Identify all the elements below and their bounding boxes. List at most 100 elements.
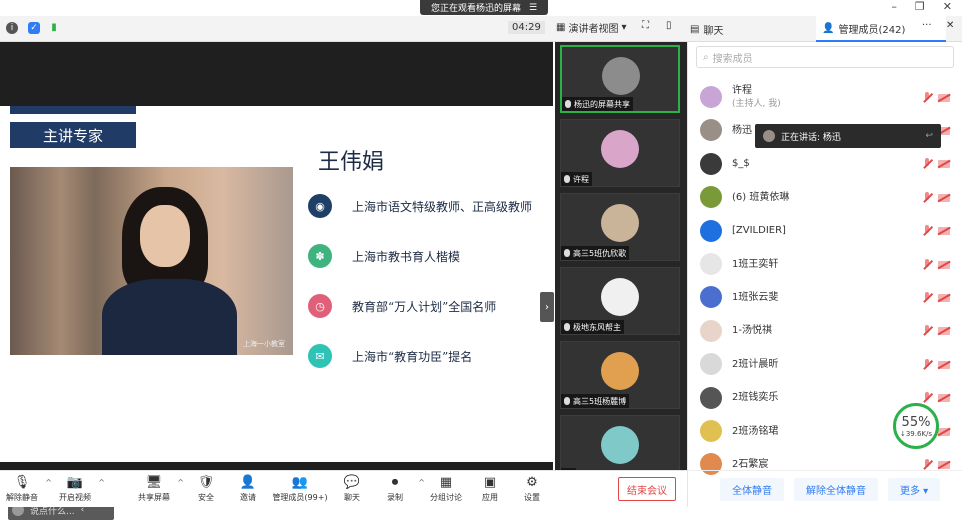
member-row[interactable]: 许程 (主持人, 我) (700, 82, 954, 112)
apps-button[interactable]: ▣ 应用 (470, 475, 510, 503)
camera-off-icon[interactable] (938, 293, 950, 302)
security-shield-icon[interactable]: ✓ (28, 22, 40, 34)
close-panel-button[interactable]: ✕ (946, 20, 954, 31)
member-name: $_$ (732, 158, 750, 170)
clock-icon: ◷ (308, 294, 332, 318)
info-icon[interactable]: i (6, 22, 18, 34)
camera-off-icon[interactable] (938, 394, 950, 403)
mic-muted-icon[interactable] (922, 91, 932, 103)
tile-name: 许程 (573, 174, 589, 184)
record-button[interactable]: ⏺ 录制 ^ (375, 475, 425, 503)
camera-off-icon[interactable] (938, 260, 950, 269)
mic-muted-icon[interactable] (922, 458, 932, 470)
restore-button[interactable]: ❐ (915, 0, 925, 16)
avatar (601, 352, 639, 390)
invite-button[interactable]: 👤 邀请 (228, 475, 268, 503)
member-row[interactable]: [ZVILDIER] (700, 216, 954, 246)
minimize-button[interactable]: – (891, 0, 897, 16)
video-tile[interactable]: 许程 (560, 119, 680, 187)
mic-muted-icon[interactable] (922, 225, 932, 236)
camera-off-icon[interactable] (938, 360, 950, 369)
members-icon: 👥 (291, 475, 309, 490)
avatar (700, 219, 722, 242)
video-tile[interactable]: 高三5班杨麓博 (560, 341, 680, 409)
unmute-all-button[interactable]: 解除全体静音 (794, 477, 878, 501)
more-icon[interactable]: ··· (922, 20, 932, 31)
chevron-down-icon: ▾ (621, 22, 627, 33)
view-mode-button[interactable]: ▦ 演讲者视图 ▾ (556, 20, 626, 35)
network-gauge: 55% ↓39.6K/s (893, 403, 939, 449)
slide-bullet-text: 教育部“万人计划”全国名师 (352, 299, 497, 314)
mic-muted-icon[interactable] (922, 191, 932, 203)
member-row[interactable]: (6) 班黄依琳 (700, 182, 954, 212)
breakout-icon: ▦ (439, 475, 453, 490)
chevron-up-icon[interactable]: ^ (45, 478, 52, 487)
camera-off-icon[interactable] (938, 327, 950, 336)
chat-icon: ▤ (690, 23, 700, 35)
tile-caption: 杨迅的屏幕共享 (562, 97, 633, 111)
video-tile[interactable]: 极地东风帮主 (560, 267, 680, 335)
avatar (700, 386, 722, 409)
member-row[interactable]: 2班计晨昕 (700, 349, 954, 379)
chevron-up-icon[interactable]: ^ (177, 478, 184, 487)
menu-icon[interactable]: ☰ (529, 3, 537, 13)
tab-chat[interactable]: ▤ 聊天 (684, 16, 729, 42)
mic-muted-icon[interactable] (922, 392, 932, 403)
grid-view-icon: ▦ (556, 22, 566, 33)
mic-muted-icon[interactable] (922, 325, 932, 336)
chevron-up-icon[interactable]: ^ (98, 478, 105, 487)
chat-button[interactable]: 💬 聊天 (332, 475, 372, 503)
members-panel: ⌕ 搜索成员 许程 (主持人, 我) 杨迅 $_$ (6) 班黄依琳 [ZVIL… (687, 42, 962, 507)
end-meeting-button[interactable]: 结束会议 (618, 477, 676, 501)
sidebar-toggle-icon[interactable]: ▯ (666, 20, 672, 31)
close-window-button[interactable]: ✕ (943, 0, 952, 16)
share-screen-button[interactable]: 🖥 共享屏幕 ^ (134, 475, 184, 503)
member-row[interactable]: 1班张云斐 (700, 282, 954, 312)
settings-icon: ⚙ (526, 475, 538, 490)
mic-muted-icon[interactable] (922, 158, 932, 169)
camera-off-icon: 📷 (66, 475, 84, 490)
photo-watermark: 上海一小教室 (243, 340, 285, 348)
camera-off-icon[interactable] (938, 227, 950, 236)
fullscreen-icon[interactable]: ⛶ (642, 20, 649, 31)
member-row[interactable]: 1-汤悦祺 (700, 316, 954, 346)
security-button[interactable]: 🛡 安全 (186, 475, 226, 503)
breakout-button[interactable]: ▦ 分组讨论 (426, 475, 466, 503)
camera-off-icon[interactable] (938, 427, 950, 436)
security-icon: 🛡 (197, 475, 215, 490)
member-search-input[interactable]: ⌕ 搜索成员 (696, 46, 954, 68)
collapse-icon[interactable]: ↩ (925, 131, 933, 141)
tab-chat-label: 聊天 (703, 25, 724, 37)
member-row[interactable]: 1班王奕轩 (700, 249, 954, 279)
microphone-icon (564, 249, 570, 257)
globe-icon: ✽ (308, 244, 332, 268)
more-button[interactable]: 更多 ▾ (888, 477, 941, 501)
mic-muted-icon[interactable] (922, 291, 932, 303)
chevron-up-icon[interactable]: ^ (418, 478, 425, 487)
shield-icon: ✉ (308, 344, 332, 368)
signal-icon[interactable]: ▮ (48, 22, 60, 34)
camera-off-button[interactable]: 📷 开启视频 ^ (55, 475, 105, 503)
mic-muted-icon[interactable] (922, 258, 932, 270)
toolbar-label: 邀请 (240, 493, 256, 502)
toolbar-label: 解除静音 (6, 493, 38, 502)
members-button[interactable]: 👥 管理成员(99+) (272, 475, 328, 503)
mic-muted-icon[interactable] (922, 358, 932, 370)
settings-button[interactable]: ⚙ 设置 (512, 475, 552, 503)
video-tile[interactable]: 高三5班仇欣歌 (560, 193, 680, 261)
collapse-gallery-button[interactable]: › (540, 292, 554, 322)
member-name: 2班计晨昕 (732, 358, 779, 370)
mute-all-button[interactable]: 全体静音 (720, 477, 784, 501)
microphone-muted-button[interactable]: 🎙 解除静音 ^ (2, 475, 52, 503)
camera-off-icon[interactable] (938, 193, 950, 202)
camera-off-icon[interactable] (938, 160, 950, 169)
slide-section-title: 主讲专家 (10, 122, 136, 148)
camera-off-icon[interactable] (938, 93, 950, 102)
avatar (700, 319, 722, 342)
video-tile[interactable]: 杨迅的屏幕共享 (560, 45, 680, 113)
slide-bullet-item: ◷ 教育部“万人计划”全国名师 (308, 294, 496, 318)
meeting-toolbar: 结束会议 🎙 解除静音 ^ 📷 开启视频 ^ 🖥 共享屏幕 ^ 🛡 安全 👤 邀请 👥… (0, 470, 687, 507)
camera-off-icon[interactable] (938, 460, 950, 469)
member-row[interactable]: $_$ (700, 149, 954, 179)
invite-icon: 👤 (239, 475, 257, 490)
